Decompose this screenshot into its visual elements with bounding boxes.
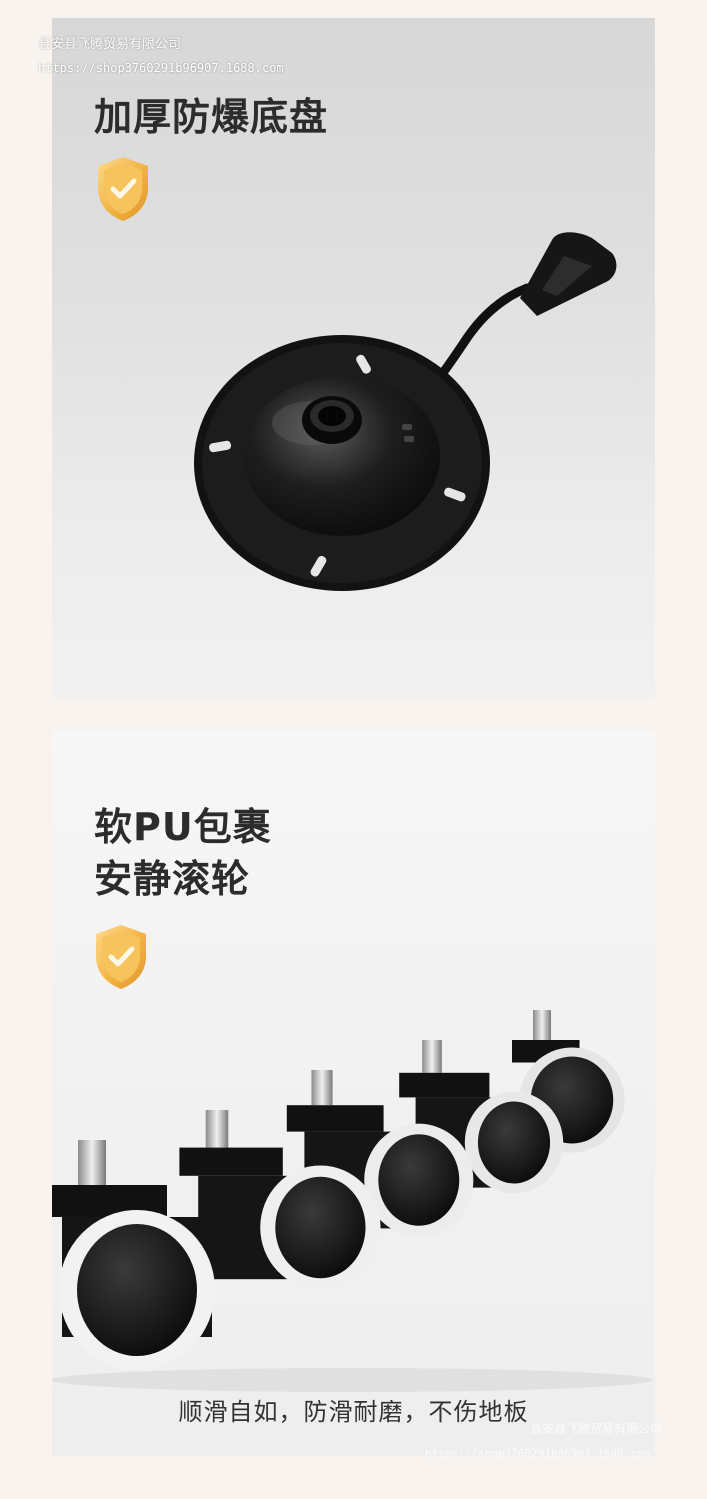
caster-section: 软PU包裹 安静滚轮 顺滑自如，防滑耐磨，不伤地板 [52, 730, 655, 1456]
shield-check-icon [98, 157, 148, 221]
watermark-url: https://shop3760291b96907.1688.com [38, 61, 284, 75]
chassis-section: 加厚防爆底盘 [52, 18, 655, 698]
chassis-title: 加厚防爆底盘 [94, 95, 329, 139]
watermark-company-faint: 县安县飞腾贸易有限公司 [530, 1422, 663, 1436]
watermark-company: 县安县飞腾贸易有限公司 [38, 37, 182, 52]
caster-wheels-image [52, 1010, 652, 1392]
caster-title-line2: 安静滚轮 [94, 857, 251, 901]
watermark-url-faint: https://shop3760291b96907.1688.com [425, 1447, 651, 1460]
caster-title-line1: 软PU包裹 [94, 805, 272, 849]
chassis-plate-image [194, 232, 617, 591]
